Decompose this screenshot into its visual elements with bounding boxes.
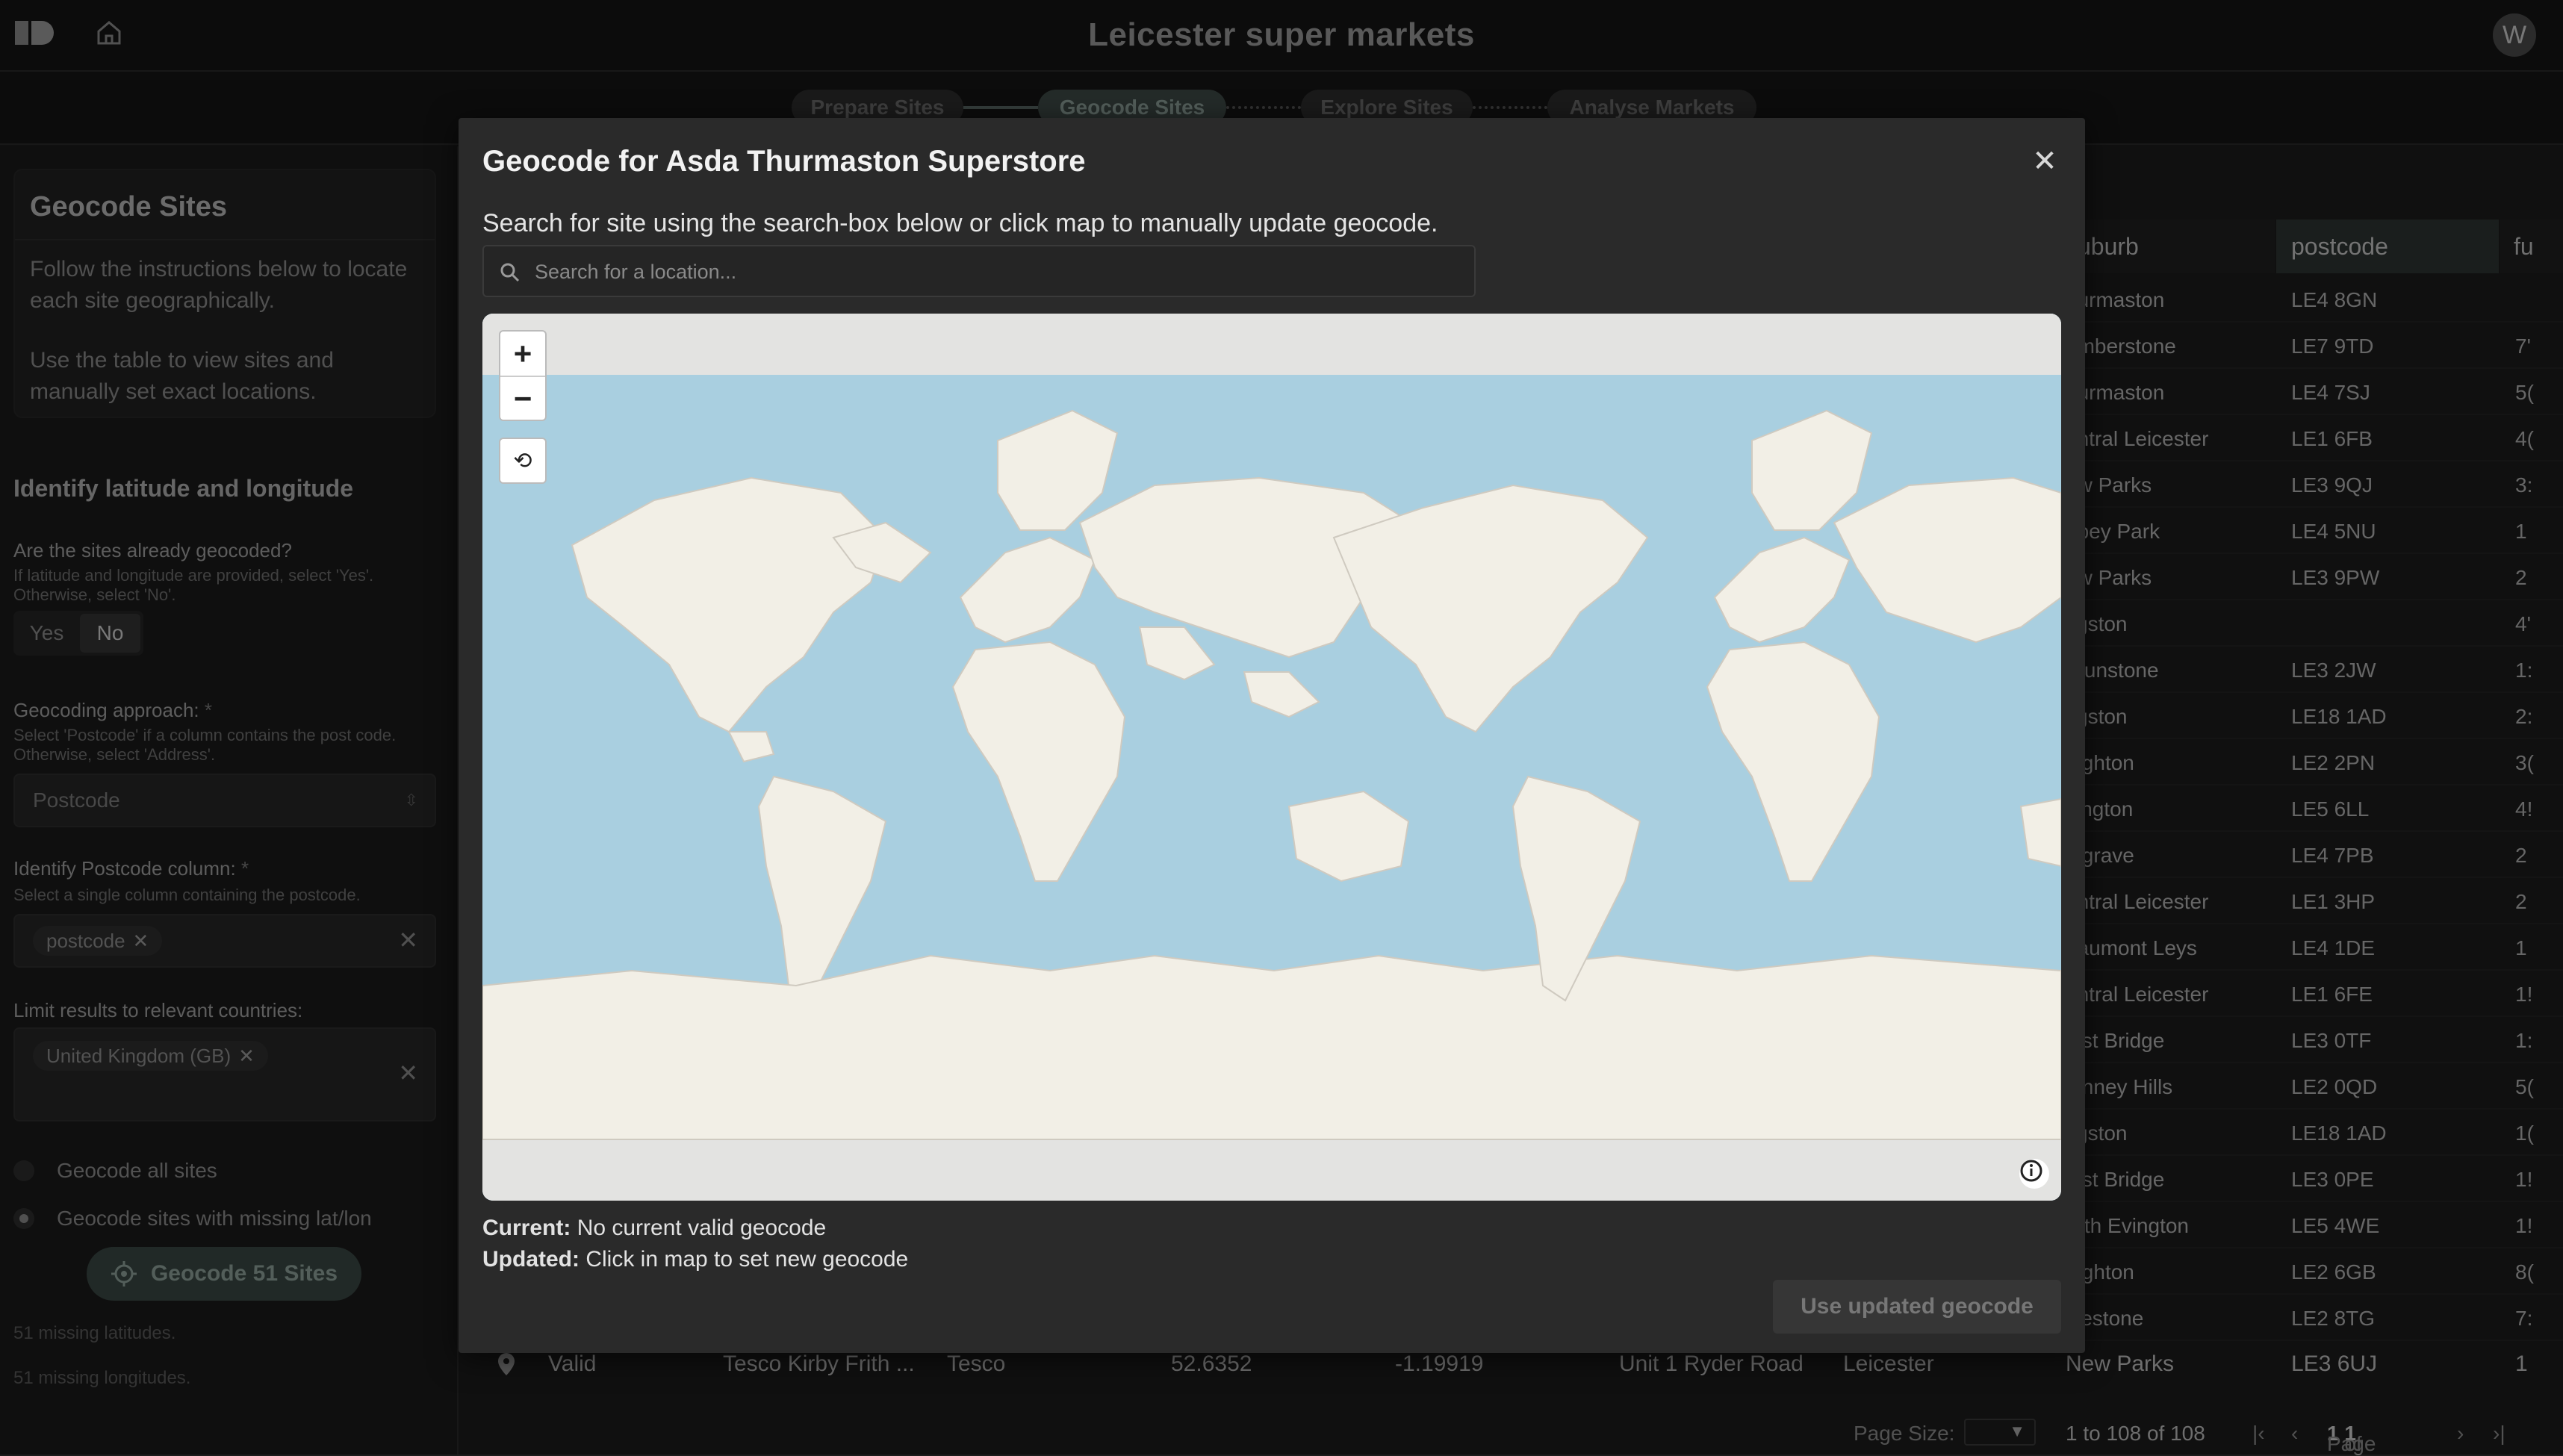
modal-title: Geocode for Asda Thurmaston Superstore <box>482 145 1086 178</box>
current-geocode-status: Current: No current valid geocode <box>482 1216 826 1241</box>
world-map[interactable]: + − ⟲ <box>482 314 2061 1201</box>
zoom-out-button[interactable]: − <box>500 376 545 420</box>
updated-geocode-status: Updated: Click in map to set new geocode <box>482 1247 908 1272</box>
info-icon[interactable] <box>2019 1159 2049 1189</box>
zoom-in-button[interactable]: + <box>500 332 545 376</box>
geocode-modal: Geocode for Asda Thurmaston Superstore ✕… <box>459 118 2085 1353</box>
search-icon <box>499 261 521 284</box>
location-search <box>482 245 1476 297</box>
map-canvas[interactable] <box>482 314 2061 1201</box>
use-updated-geocode-button[interactable]: Use updated geocode <box>1773 1280 2061 1334</box>
reset-view-icon[interactable]: ⟲ <box>499 438 547 484</box>
modal-instructions: Search for site using the search-box bel… <box>482 209 1438 238</box>
zoom-controls: + − <box>499 330 547 421</box>
close-icon[interactable]: ✕ <box>2030 146 2060 176</box>
search-input[interactable] <box>535 254 1461 290</box>
